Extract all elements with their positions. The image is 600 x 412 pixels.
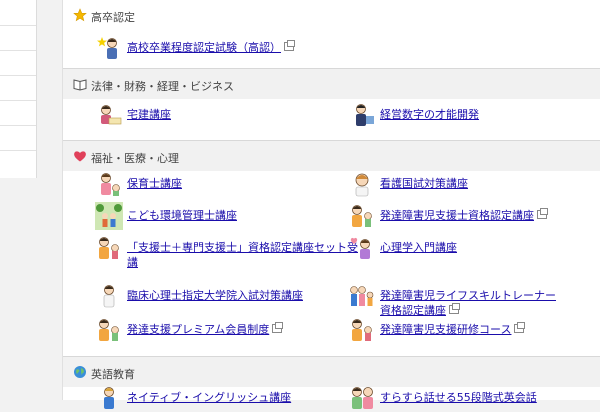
course-link[interactable]: 宅建講座 — [127, 108, 171, 121]
teacher-child-icon — [99, 237, 119, 259]
section-header-highschool: 高卒認定 — [63, 0, 600, 30]
external-link-icon — [514, 322, 526, 333]
course-link[interactable]: 発達障害児支援研修コース — [380, 323, 511, 336]
external-link-icon — [537, 208, 548, 219]
section-title: 法律・財務・経理・ビジネス — [91, 80, 234, 93]
nursery-teacher-icon — [101, 173, 120, 196]
conversation-icon — [352, 387, 373, 409]
psychology-heart-icon — [350, 237, 370, 259]
section-title: 福祉・医療・心理 — [91, 152, 179, 165]
family-icon — [350, 286, 374, 306]
course-link-line2[interactable]: 資格認定講座 — [380, 304, 446, 317]
student-star-icon — [97, 37, 117, 59]
course-link[interactable]: 心理学入門講座 — [380, 241, 457, 254]
section-title: 高卒認定 — [91, 11, 135, 24]
course-link[interactable]: 高校卒業程度認定試験（高認） — [127, 41, 281, 54]
course-link[interactable]: 発達障害児ライフスキルトレーナー — [380, 289, 556, 302]
section-header-english: 英語教育 — [63, 356, 600, 387]
globe-icon — [74, 366, 86, 378]
course-link[interactable]: すらすら話せる55段階式英会話 — [380, 391, 537, 404]
course-link[interactable]: 「支援士＋専門支援士」資格認定講座セット受 — [127, 241, 358, 254]
course-list-panel: 高卒認定 高校卒業程度認定試験（高認） 法律・財務・経理・ビジネス 宅建講座 経… — [62, 0, 600, 409]
businessman-icon — [356, 104, 374, 126]
book-icon — [73, 79, 87, 91]
children-nature-icon — [95, 202, 123, 230]
course-link[interactable]: 発達障害児支援士資格認定講座 — [380, 209, 534, 222]
course-link[interactable]: 経営数字の才能開発 — [380, 108, 479, 121]
external-link-icon — [272, 322, 284, 333]
course-link[interactable]: 臨床心理士指定大学院入試対策講座 — [127, 289, 303, 302]
section-title: 英語教育 — [91, 368, 135, 381]
counselor-icon — [103, 285, 115, 308]
teacher-child-icon — [352, 205, 372, 227]
left-sidebar-stub — [0, 0, 37, 178]
course-link[interactable]: ネイティブ・イングリッシュ講座 — [127, 391, 291, 404]
course-link[interactable]: 発達支援プレミアム会員制度 — [127, 323, 269, 336]
nurse-icon — [355, 173, 369, 197]
heart-icon — [74, 151, 86, 162]
teacher-child-icon — [352, 319, 372, 341]
teacher-child-icon — [99, 319, 119, 341]
course-link[interactable]: 保育士講座 — [127, 177, 182, 190]
course-link-line2[interactable]: 講 — [127, 255, 358, 270]
section-header-law: 法律・財務・経理・ビジネス — [63, 68, 600, 99]
external-link-icon — [284, 40, 295, 51]
course-link[interactable]: こども環境管理士講座 — [127, 209, 237, 222]
section-header-welfare: 福祉・医療・心理 — [63, 140, 600, 171]
star-icon — [73, 8, 87, 22]
external-link-icon — [449, 303, 460, 314]
native-speaker-icon — [104, 387, 114, 409]
course-link[interactable]: 看護国試対策講座 — [380, 177, 468, 190]
student-desk-icon — [101, 105, 122, 125]
